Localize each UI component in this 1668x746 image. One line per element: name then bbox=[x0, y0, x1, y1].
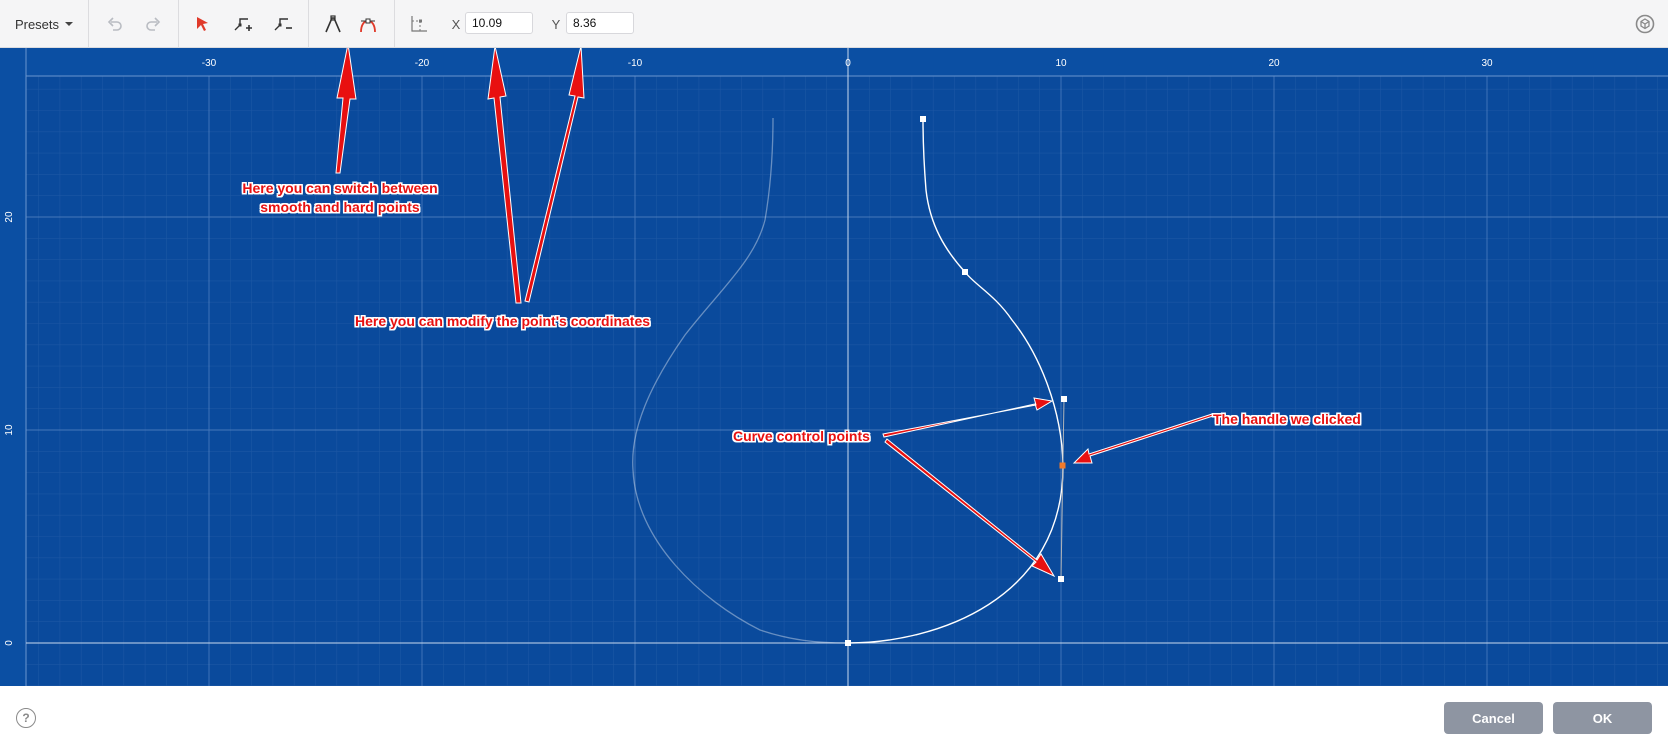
x-tick-label: 30 bbox=[1481, 58, 1493, 69]
y-label: Y bbox=[551, 16, 561, 32]
annotation-control-points: Curve control points bbox=[733, 428, 870, 444]
hard-point-icon bbox=[325, 15, 341, 33]
smooth-point-button[interactable] bbox=[351, 0, 385, 48]
curve-point[interactable] bbox=[962, 269, 968, 275]
toolbar-divider bbox=[308, 0, 309, 48]
annotation-modify-coords: Here you can modify the point's coordina… bbox=[355, 313, 651, 329]
help-icon[interactable]: ? bbox=[16, 708, 36, 728]
annotation-switch-points: Here you can switch between smooth and h… bbox=[230, 179, 450, 217]
annotation-line: smooth and hard points bbox=[260, 199, 420, 215]
control-handle-selected[interactable] bbox=[1059, 462, 1066, 469]
x-tick-label: -10 bbox=[628, 58, 643, 69]
add-point-icon bbox=[234, 18, 252, 31]
toolbar-divider bbox=[88, 0, 89, 48]
annotation-handle-clicked: The handle we clicked bbox=[1213, 411, 1361, 427]
view-3d-button[interactable] bbox=[1631, 0, 1659, 48]
coordinates-icon bbox=[411, 16, 427, 32]
y-tick-label: 10 bbox=[4, 424, 15, 436]
hard-point-button[interactable] bbox=[316, 0, 350, 48]
ok-button[interactable]: OK bbox=[1553, 702, 1652, 734]
y-tick-label: 0 bbox=[4, 640, 15, 646]
chevron-down-icon bbox=[65, 22, 74, 26]
toolbar-divider bbox=[178, 0, 179, 48]
annotation-line: Here you can switch between bbox=[242, 180, 438, 196]
redo-icon bbox=[146, 17, 161, 31]
curve-point[interactable] bbox=[920, 116, 926, 122]
y-coordinate-input[interactable] bbox=[566, 12, 634, 34]
add-point-button[interactable] bbox=[226, 0, 260, 48]
curve-graph[interactable]: -30 -20 -10 0 10 20 30 20 10 0 bbox=[0, 48, 1668, 686]
select-tool-button[interactable] bbox=[186, 0, 220, 48]
smooth-point-icon bbox=[360, 18, 376, 33]
curve-point-origin[interactable] bbox=[845, 640, 851, 646]
ruler-top bbox=[0, 48, 1668, 76]
coordinates-button[interactable] bbox=[401, 0, 435, 48]
control-handle-upper[interactable] bbox=[1061, 396, 1067, 402]
presets-label: Presets bbox=[14, 16, 60, 32]
redo-button[interactable] bbox=[136, 0, 170, 48]
toolbar-divider bbox=[394, 0, 395, 48]
toolbar: Presets X 10.09 Y 8.36 bbox=[0, 0, 1668, 48]
x-tick-label: 0 bbox=[845, 58, 851, 69]
select-arrow-icon bbox=[197, 17, 208, 31]
x-tick-label: 20 bbox=[1268, 58, 1280, 69]
dialog-footer: ? Cancel OK bbox=[0, 686, 1668, 746]
canvas-background bbox=[0, 48, 1668, 686]
view-3d-icon bbox=[1635, 14, 1655, 34]
x-coordinate-input[interactable] bbox=[465, 12, 533, 34]
undo-icon bbox=[107, 17, 122, 31]
x-tick-label: -30 bbox=[202, 58, 217, 69]
x-tick-label: -20 bbox=[415, 58, 430, 69]
remove-point-button[interactable] bbox=[266, 0, 300, 48]
x-tick-label: 10 bbox=[1055, 58, 1067, 69]
cancel-button[interactable]: Cancel bbox=[1444, 702, 1543, 734]
ruler-left bbox=[0, 48, 26, 686]
undo-button[interactable] bbox=[98, 0, 132, 48]
presets-dropdown[interactable]: Presets bbox=[0, 0, 88, 48]
y-tick-label: 20 bbox=[4, 211, 15, 223]
curve-editor-canvas[interactable]: -30 -20 -10 0 10 20 30 20 10 0 Here you … bbox=[0, 48, 1668, 686]
x-label: X bbox=[451, 16, 461, 32]
control-handle-lower[interactable] bbox=[1058, 576, 1064, 582]
remove-point-icon bbox=[274, 18, 292, 31]
